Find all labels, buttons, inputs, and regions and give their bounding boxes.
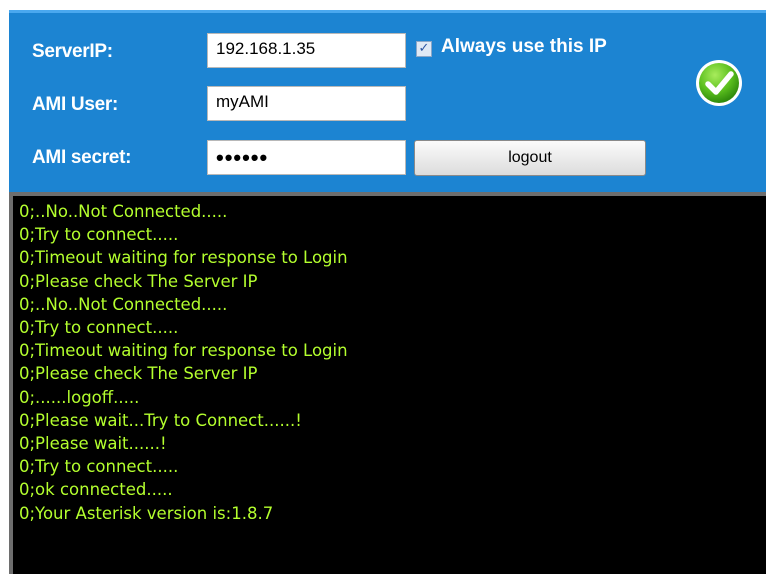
console-line: 0;ok connected..... bbox=[19, 480, 173, 500]
ami-user-field[interactable]: myAMI bbox=[207, 86, 406, 121]
ami-secret-field[interactable]: •••••• bbox=[207, 140, 406, 175]
console-line: 0;Please check The Server IP bbox=[19, 364, 258, 384]
checkmark-circle-icon bbox=[696, 60, 742, 106]
console-line: 0;Please wait......! bbox=[19, 434, 167, 454]
checkmark-icon: ✓ bbox=[418, 41, 430, 56]
server-ip-field[interactable]: 192.168.1.35 bbox=[207, 33, 406, 68]
console-line: 0;..No..Not Connected..... bbox=[19, 202, 228, 221]
console-line: 0;Please check The Server IP bbox=[19, 271, 258, 291]
ami-secret-label: AMI secret: bbox=[32, 147, 132, 168]
console-line: 0;Timeout waiting for response to Login bbox=[19, 341, 348, 361]
console-line: 0;Try to connect..... bbox=[19, 318, 179, 338]
ami-user-label: AMI User: bbox=[32, 94, 118, 115]
connection-settings-panel: ServerIP: 192.168.1.35 ✓ Always use this… bbox=[9, 10, 766, 192]
console-line: 0;Your Asterisk version is:1.8.7 bbox=[19, 503, 274, 523]
console-line: 0;......logoff..... bbox=[19, 387, 140, 407]
console-line: 0;Try to connect..... bbox=[19, 225, 179, 245]
always-use-ip-label: Always use this IP bbox=[441, 36, 607, 57]
console-line: 0;Try to connect..... bbox=[19, 457, 179, 477]
asterisk-ami-window: ServerIP: 192.168.1.35 ✓ Always use this… bbox=[0, 0, 766, 574]
logout-button[interactable]: logout bbox=[414, 140, 646, 176]
always-use-ip-checkbox[interactable]: ✓ bbox=[416, 41, 432, 57]
console-line: 0;..No..Not Connected..... bbox=[19, 294, 228, 314]
console-log[interactable]: 0;..No..Not Connected..... 0;Try to conne… bbox=[9, 192, 766, 574]
server-ip-label: ServerIP: bbox=[32, 41, 113, 62]
console-line-list: 0;..No..Not Connected..... 0;Try to conne… bbox=[13, 196, 766, 525]
console-line: 0;Timeout waiting for response to Login bbox=[19, 248, 348, 268]
console-line: 0;Please wait...Try to Connect......! bbox=[19, 410, 302, 430]
